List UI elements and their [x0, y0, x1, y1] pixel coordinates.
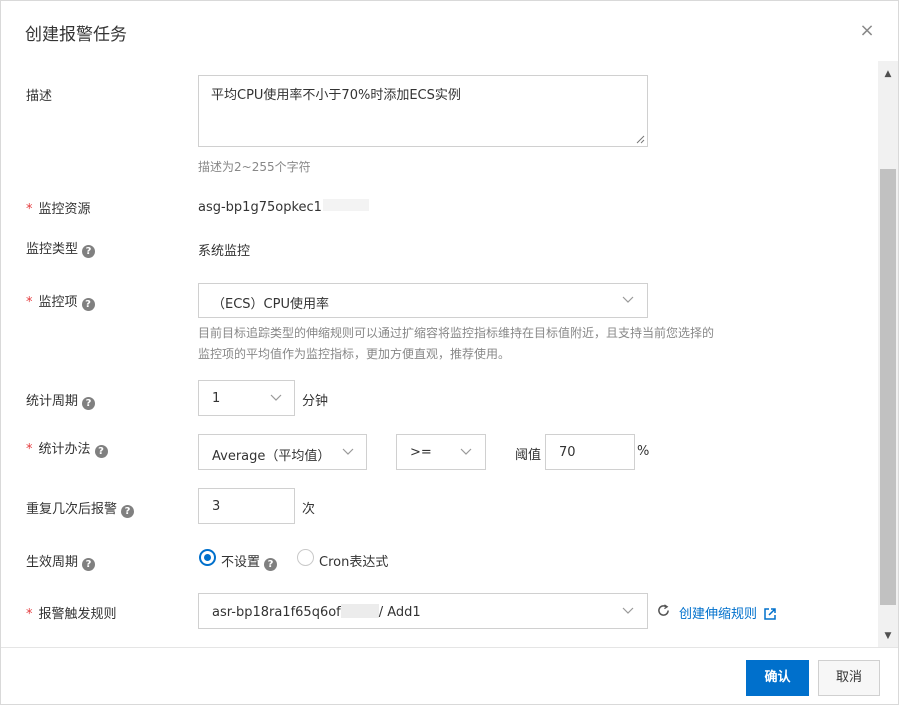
- repeat-unit: 次: [302, 502, 316, 517]
- threshold-input-value: 70: [559, 445, 576, 460]
- radio-cron-label: Cron表达式: [319, 555, 389, 570]
- period-unit: 分钟: [302, 394, 329, 409]
- period-select[interactable]: 1: [198, 380, 295, 416]
- dialog-footer: 确认 取消: [1, 647, 898, 705]
- vertical-scrollbar[interactable]: ▲ ▼: [878, 61, 898, 647]
- radio-none[interactable]: [199, 549, 216, 566]
- chevron-down-icon: [622, 296, 634, 303]
- resize-handle-icon[interactable]: [636, 135, 645, 144]
- threshold-input[interactable]: 70: [545, 434, 635, 470]
- operator-select-value: >=: [410, 445, 432, 460]
- help-icon[interactable]: ?: [82, 397, 96, 410]
- dialog-title: 创建报警任务: [25, 25, 127, 45]
- chevron-down-icon: [622, 607, 634, 614]
- operator-select[interactable]: >=: [396, 434, 486, 470]
- description-hint: 描述为2~255个字符: [198, 160, 311, 174]
- description-label: 描述: [26, 89, 53, 104]
- period-label: 统计周期?: [26, 390, 96, 410]
- chevron-down-icon: [342, 448, 354, 455]
- resource-label: * 监控资源: [26, 202, 91, 217]
- redacted-mask: [323, 199, 369, 211]
- help-icon[interactable]: ?: [82, 558, 96, 571]
- repeat-label: 重复几次后报警?: [26, 498, 135, 518]
- chevron-down-icon: [460, 448, 472, 455]
- create-alarm-task-dialog: 创建报警任务 × 描述 平均CPU使用率不小于70%时添加ECS实例 描述为2~…: [0, 0, 899, 705]
- repeat-input-value: 3: [212, 499, 221, 514]
- description-textarea[interactable]: 平均CPU使用率不小于70%时添加ECS实例: [198, 75, 648, 147]
- radio-none-label: 不设置?: [221, 551, 278, 571]
- metric-hint-line1: 目前目标追踪类型的伸缩规则可以通过扩缩容将监控指标维持在目标值附近，且支持当前您…: [198, 326, 715, 340]
- metric-select-value: （ECS）CPU使用率: [212, 297, 329, 312]
- cancel-button[interactable]: 取消: [818, 660, 880, 696]
- method-label: * 统计办法?: [26, 438, 108, 458]
- scroll-thumb[interactable]: [880, 169, 896, 605]
- help-icon[interactable]: ?: [82, 245, 96, 258]
- monitor-type-label: 监控类型?: [26, 238, 96, 258]
- metric-hint-line2: 监控项的平均值作为监控指标，更加方便直观，推荐使用。: [198, 347, 511, 361]
- rule-select-value: asr-bp18ra1f65q6of / Add1: [212, 604, 421, 620]
- effective-label: 生效周期?: [26, 551, 96, 571]
- help-icon[interactable]: ?: [81, 298, 95, 311]
- monitor-type-value: 系统监控: [198, 244, 251, 259]
- radio-cron[interactable]: [297, 549, 314, 566]
- resource-value: asg-bp1g75opkec1: [198, 200, 322, 215]
- scroll-down-icon[interactable]: ▼: [878, 627, 898, 645]
- metric-select[interactable]: （ECS）CPU使用率: [198, 283, 648, 318]
- rule-select[interactable]: asr-bp18ra1f65q6of / Add1: [198, 593, 648, 629]
- external-link-icon: [764, 608, 776, 620]
- metric-label: * 监控项?: [26, 291, 95, 311]
- dialog-body: 描述 平均CPU使用率不小于70%时添加ECS实例 描述为2~255个字符 * 监…: [1, 61, 878, 647]
- scroll-up-icon[interactable]: ▲: [878, 65, 898, 83]
- repeat-input[interactable]: 3: [198, 488, 295, 524]
- help-icon[interactable]: ?: [121, 505, 135, 518]
- period-select-value: 1: [212, 391, 221, 406]
- threshold-label: 阈值: [515, 448, 542, 463]
- create-scaling-rule-link[interactable]: 创建伸缩规则: [679, 603, 776, 622]
- description-value: 平均CPU使用率不小于70%时添加ECS实例: [211, 88, 461, 103]
- close-icon[interactable]: ×: [857, 21, 877, 41]
- confirm-button[interactable]: 确认: [746, 660, 809, 696]
- help-icon[interactable]: ?: [94, 445, 108, 458]
- refresh-icon[interactable]: [657, 604, 670, 617]
- chevron-down-icon: [270, 394, 282, 401]
- dialog-header: 创建报警任务 ×: [1, 1, 898, 61]
- method-select[interactable]: Average（平均值）: [198, 434, 367, 470]
- rule-label: * 报警触发规则: [26, 607, 117, 622]
- help-icon[interactable]: ?: [264, 558, 278, 571]
- redacted-mask: [340, 604, 379, 618]
- method-select-value: Average（平均值）: [212, 449, 331, 464]
- threshold-unit: %: [637, 444, 650, 459]
